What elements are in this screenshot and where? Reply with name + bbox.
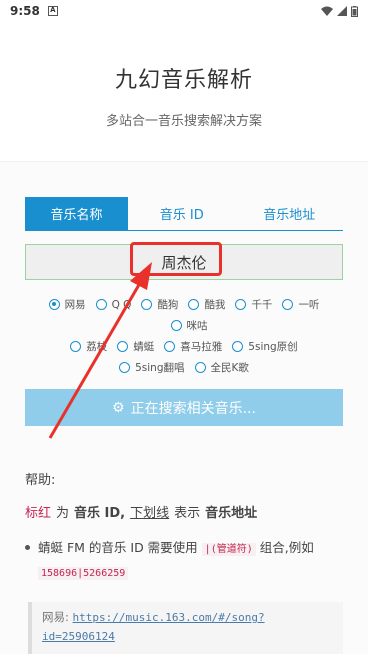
help-bullet: 蜻蜓 FM 的音乐 ID 需要使用 |(管道符) 组合,例如 158696|52…: [25, 537, 348, 585]
tab-music-name[interactable]: 音乐名称: [25, 197, 128, 230]
status-time: 9:58: [10, 4, 40, 18]
help-legend: 标红 为 音乐 ID, 下划线 表示 音乐地址: [25, 502, 257, 521]
signal-icon: [337, 6, 347, 16]
help-example-quote: 网易: https://music.163.com/#/song? id=259…: [28, 602, 343, 654]
radio-icon[interactable]: [194, 362, 206, 373]
radio-icon[interactable]: [235, 299, 247, 310]
wifi-icon: [321, 6, 333, 16]
source-radio-ximalaya[interactable]: 喜马拉雅: [164, 339, 222, 354]
search-submit-label: 正在搜索相关音乐...: [130, 400, 256, 417]
tab-music-id[interactable]: 音乐 ID: [128, 197, 236, 230]
radio-icon[interactable]: [117, 341, 129, 352]
source-radio-migu[interactable]: 咪咕: [170, 318, 208, 333]
help-bullet-code2: 158696|5266259: [38, 567, 129, 580]
notification-a-icon: A: [47, 6, 58, 16]
legend-red-word: 标红: [25, 506, 52, 521]
source-row-4: 5sing翻唱 全民K歌: [0, 360, 368, 375]
radio-icon[interactable]: [164, 341, 176, 352]
radio-icon[interactable]: [188, 299, 200, 310]
legend-music-id: 音乐 ID,: [74, 506, 126, 521]
help-bullet-text1: 蜻蜓 FM 的音乐 ID 需要使用: [38, 540, 198, 555]
legend-biaoshi: 表示: [174, 506, 201, 521]
source-radio-5sing-cover[interactable]: 5sing翻唱: [119, 360, 185, 375]
gear-icon: ⚙: [112, 399, 125, 416]
radio-icon[interactable]: [70, 341, 82, 352]
source-row-2: 咪咕: [0, 318, 368, 333]
tab-underline: [25, 230, 343, 231]
source-radio-5sing-original[interactable]: 5sing原创: [232, 339, 298, 354]
source-radio-yiting[interactable]: 一听: [282, 297, 319, 312]
example-link-line2[interactable]: id=25906124: [42, 630, 115, 643]
radio-icon[interactable]: [119, 362, 131, 373]
source-radio-qianqian[interactable]: 千千: [235, 297, 272, 312]
bullet-dot-icon: [25, 545, 30, 550]
help-bullet-text2: 组合,例如: [259, 540, 314, 555]
radio-icon[interactable]: [95, 299, 107, 310]
source-radio-qingting[interactable]: 蜻蜓: [117, 339, 154, 354]
main-panel: 音乐名称 音乐 ID 音乐地址 周杰伦 网易 Q Q 酷狗 酷我 千千 一听 咪…: [0, 162, 368, 654]
legend-wei: 为: [56, 506, 70, 521]
tab-music-url[interactable]: 音乐地址: [236, 197, 344, 230]
source-radio-kugou[interactable]: 酷狗: [141, 297, 178, 312]
status-icons: [321, 5, 358, 17]
header: 九幻音乐解析 多站合一音乐搜索解决方案: [0, 22, 368, 162]
help-bullet-code1: |(管道符): [201, 543, 256, 556]
source-radio-netease[interactable]: 网易: [48, 297, 86, 312]
battery-icon: [351, 5, 358, 17]
page-subtitle: 多站合一音乐搜索解决方案: [105, 114, 262, 129]
legend-underline-word: 下划线: [130, 506, 170, 521]
page-title: 九幻音乐解析: [114, 68, 253, 93]
radio-icon[interactable]: [282, 299, 294, 310]
annotation-highlight-box: [130, 242, 222, 276]
radio-icon[interactable]: [170, 320, 182, 331]
legend-music-url: 音乐地址: [205, 506, 258, 521]
search-tabs: 音乐名称 音乐 ID 音乐地址: [25, 197, 343, 230]
help-title: 帮助:: [25, 473, 56, 488]
source-radio-kuwo[interactable]: 酷我: [188, 297, 225, 312]
radio-icon[interactable]: [141, 299, 153, 310]
example-label: 网易:: [42, 610, 69, 624]
source-row-1: 网易 Q Q 酷狗 酷我 千千 一听: [0, 297, 368, 312]
search-submit-button[interactable]: ⚙ 正在搜索相关音乐...: [25, 389, 343, 426]
source-radio-quanmin-kge[interactable]: 全民K歌: [194, 360, 249, 375]
status-bar: 9:58 A: [0, 0, 368, 22]
source-radio-qq[interactable]: Q Q: [95, 297, 131, 312]
source-radio-lizhi[interactable]: 荔枝: [70, 339, 107, 354]
source-row-3: 荔枝 蜻蜓 喜马拉雅 5sing原创: [0, 339, 368, 354]
example-link-line1[interactable]: https://music.163.com/#/song?: [73, 611, 265, 624]
radio-icon[interactable]: [232, 341, 244, 352]
radio-selected-icon[interactable]: [48, 299, 60, 310]
